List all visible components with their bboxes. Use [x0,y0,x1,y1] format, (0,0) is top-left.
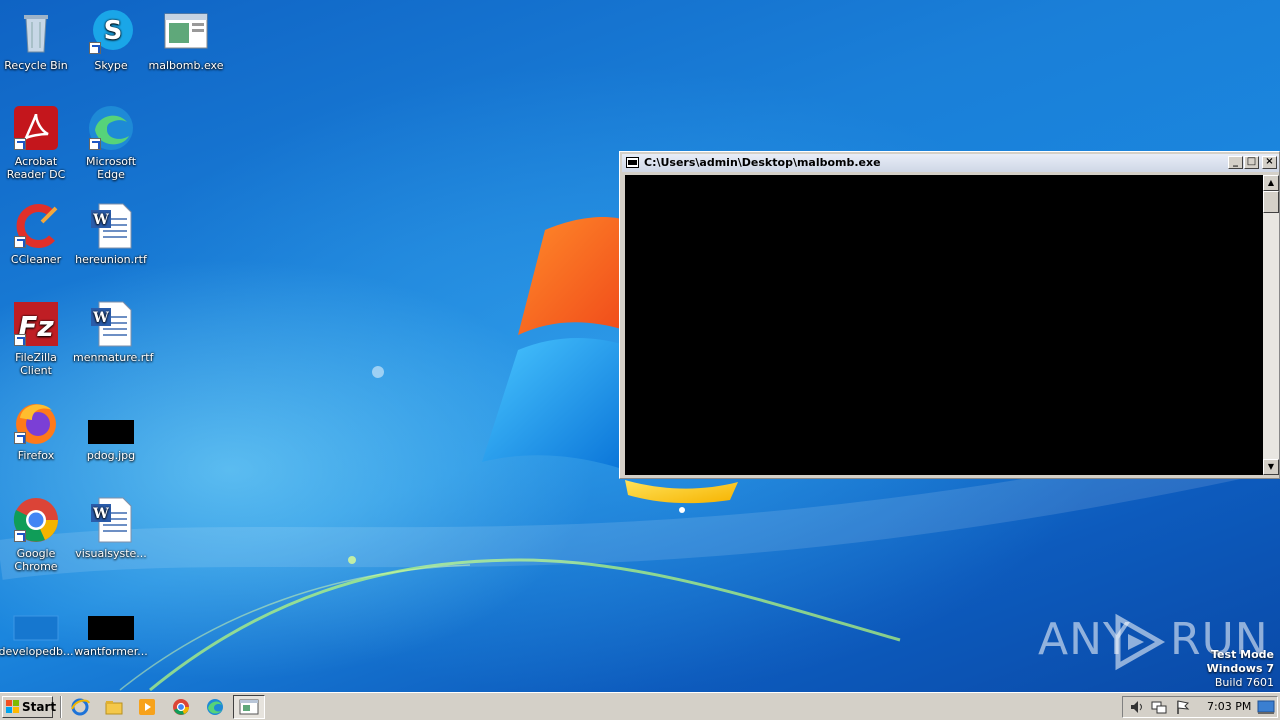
desktop-icon-acrobat-reader[interactable]: Acrobat Reader DC [0,104,74,181]
scroll-up-button[interactable]: ▲ [1263,175,1279,191]
shortcut-arrow-icon [14,432,26,444]
play-logo-icon [1115,613,1166,671]
maximize-button[interactable]: □ [1244,156,1259,169]
desktop-icon-label: CCleaner [10,253,62,266]
chrome-taskbar-icon[interactable] [171,697,191,717]
svg-text:W: W [92,212,109,228]
close-button[interactable]: × [1262,156,1277,169]
desktop-icon-label: malbomb.exe [148,59,224,72]
desktop-icon-malbomb-exe[interactable]: malbomb.exe [148,8,224,72]
desktop-icon-visualsyste[interactable]: W visualsyste... [73,496,149,560]
minimize-button[interactable]: _ [1228,156,1243,169]
start-button[interactable]: Start [2,696,57,718]
shortcut-arrow-icon [14,236,26,248]
ccleaner-icon [12,202,60,250]
file-explorer-icon[interactable] [104,697,124,717]
system-tray: 7:03 PM [1122,696,1278,718]
shortcut-arrow-icon [14,334,26,346]
desktop-icon-google-chrome[interactable]: Google Chrome [0,496,74,573]
desktop-icon-hereunion-rtf[interactable]: W hereunion.rtf [73,202,149,266]
desktop-icon-microsoft-edge[interactable]: Microsoft Edge [73,104,149,181]
desktop-icon-skype[interactable]: S Skype [73,8,149,72]
desktop-icon-label: Firefox [17,449,55,462]
desktop-icon-menmature-rtf[interactable]: W menmature.rtf [73,300,154,364]
desktop: Recycle Bin S Skype malbomb.exe Acrobat … [0,0,1280,692]
volume-icon[interactable] [1129,699,1145,715]
vertical-scrollbar[interactable]: ▲ ▼ [1263,175,1279,475]
windows-flag-icon [6,700,19,713]
desktop-icon-recycle-bin[interactable]: Recycle Bin [0,8,74,72]
svg-text:W: W [92,310,109,326]
svg-text:S: S [104,16,123,46]
os-build-label: Build 7601 [1214,676,1274,689]
word-document-icon: W [87,300,135,348]
desktop-icon-label: developedb... [0,645,74,658]
desktop-icon-label: Microsoft Edge [85,155,137,181]
scroll-down-button[interactable]: ▼ [1263,459,1279,475]
svg-text:W: W [92,506,109,522]
taskbar-clock[interactable]: 7:03 PM [1207,697,1251,717]
recycle-bin-icon [12,8,60,56]
desktop-icon-label: Google Chrome [14,547,58,573]
start-label: Start [22,700,57,714]
desktop-icon-ccleaner[interactable]: CCleaner [0,202,74,266]
action-center-flag-icon[interactable] [1175,699,1191,715]
desktop-icon-label: hereunion.rtf [75,253,147,266]
shortcut-arrow-icon [89,138,101,150]
word-document-icon: W [87,202,135,250]
blank-file-icon [12,594,60,642]
internet-explorer-icon[interactable] [70,697,90,717]
image-thumbnail-icon [87,398,135,446]
desktop-icon-wantformer[interactable]: wantformer... [73,594,149,658]
desktop-icon-label: wantformer... [74,645,148,658]
desktop-icon-label: Recycle Bin [4,59,68,72]
window-title: C:\Users\admin\Desktop\malbomb.exe [644,156,881,169]
shortcut-arrow-icon [14,530,26,542]
taskbar: Start 7:03 PM [0,692,1280,720]
desktop-icon-label: Skype [94,59,128,72]
scroll-thumb[interactable] [1263,191,1279,213]
console-title-bar[interactable]: C:\Users\admin\Desktop\malbomb.exe _ □ × [622,154,1279,172]
filezilla-icon: Fz [12,300,60,348]
edge-icon [87,104,135,152]
desktop-icon-label: Acrobat Reader DC [6,155,66,181]
firefox-icon [12,398,60,446]
desktop-icon-label: visualsyste... [75,547,147,560]
desktop-icon-label: pdog.jpg [86,449,136,462]
desktop-icon-filezilla[interactable]: Fz FileZilla Client [0,300,74,377]
word-document-icon: W [87,496,135,544]
media-player-icon[interactable] [137,697,157,717]
console-taskbar-icon [239,699,259,715]
taskbar-console-button[interactable] [233,695,265,719]
acrobat-icon [12,104,60,152]
desktop-icon-firefox[interactable]: Firefox [0,398,74,462]
desktop-icon-pdog-jpg[interactable]: pdog.jpg [73,398,149,462]
console-app-icon[interactable] [626,157,639,168]
shortcut-arrow-icon [89,42,101,54]
show-desktop-icon[interactable] [1257,699,1275,715]
chrome-icon [12,496,60,544]
shortcut-arrow-icon [14,138,26,150]
test-mode-label: Test Mode [1211,648,1274,661]
image-thumbnail-icon [87,594,135,642]
edge-taskbar-icon[interactable] [205,697,225,717]
skype-icon: S [87,8,135,56]
desktop-icon-label: FileZilla Client [15,351,57,377]
taskbar-separator [60,696,62,718]
desktop-icon-developedb[interactable]: developedb... [0,594,74,658]
test-mode-notice: Test Mode Windows 7 Build 7601 [1207,648,1274,690]
console-window[interactable]: C:\Users\admin\Desktop\malbomb.exe _ □ ×… [619,151,1280,479]
network-icon[interactable] [1151,699,1167,715]
exe-window-icon [162,8,210,56]
desktop-icon-label: menmature.rtf [73,351,154,364]
console-output-area[interactable] [625,175,1265,475]
os-name-label: Windows 7 [1206,662,1274,675]
